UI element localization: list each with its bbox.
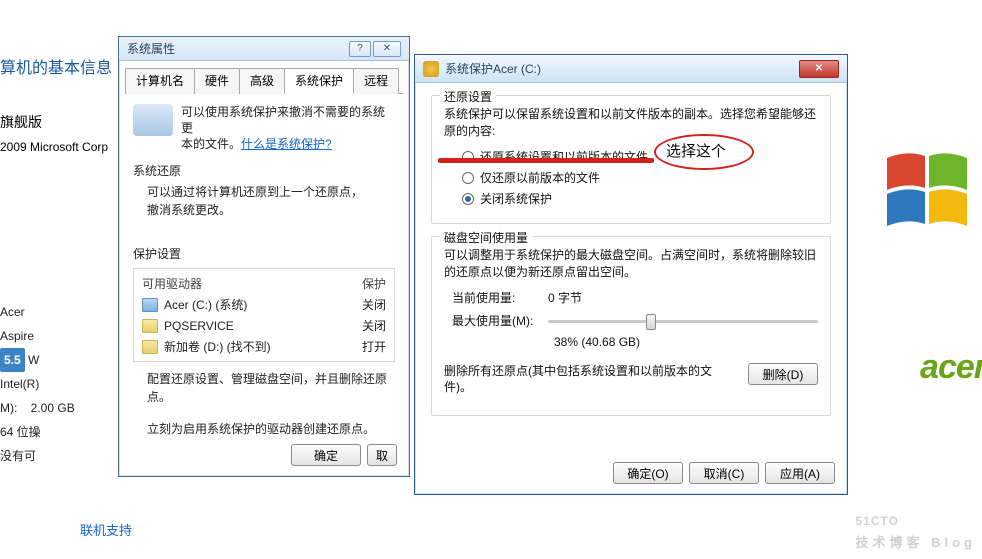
col-drive: 可用驱动器	[142, 275, 362, 292]
drive-row[interactable]: PQSERVICE关闭	[134, 315, 394, 336]
drive-icon	[142, 298, 158, 312]
tab-computer-name[interactable]: 计算机名	[125, 68, 195, 94]
info-text: 可以使用系统保护来撤消不需要的系统更 本的文件。什么是系统保护?	[181, 104, 395, 152]
wei-badge: 5.5	[0, 348, 25, 372]
spec-row: Aspire	[0, 324, 75, 348]
cancel-button[interactable]: 取消(C)	[689, 462, 759, 484]
radio-disable[interactable]: 关闭系统保护	[462, 190, 818, 207]
max-usage-slider[interactable]	[548, 313, 818, 329]
configure-text: 配置还原设置、管理磁盘空间，并且删除还原点。	[133, 370, 395, 406]
radio-restore-files[interactable]: 仅还原以前版本的文件	[462, 169, 818, 186]
drive-icon	[142, 340, 158, 354]
spec-row: Acer	[0, 300, 75, 324]
page-title: 算机的基本信息	[0, 54, 112, 78]
tab-hardware[interactable]: 硬件	[194, 68, 240, 94]
restore-text: 可以通过将计算机还原到上一个还原点， 撤消系统更改。	[133, 183, 395, 219]
dialog-title: 系统保护Acer (C:)	[445, 60, 541, 77]
cancel-button[interactable]: 取	[367, 444, 397, 466]
watermark: 51CTO 技术博客 Blog	[856, 500, 977, 551]
restore-section-title: 系统还原	[133, 162, 395, 179]
group-desc: 可以调整用于系统保护的最大磁盘空间。占满空间时，系统将删除较旧的还原点以便为新还…	[444, 247, 818, 281]
titlebar[interactable]: 系统保护Acer (C:) ✕	[415, 55, 847, 83]
spec-row: 5.5 W	[0, 348, 75, 372]
spec-row: M): 2.00 GB	[0, 396, 75, 420]
delete-desc: 删除所有还原点(其中包括系统设置和以前版本的文件)。	[444, 363, 738, 395]
system-properties-dialog: 系统属性 ? ✕ 计算机名 硬件 高级 系统保护 远程 可以使用系统保护来撤消不…	[118, 36, 410, 477]
drive-row[interactable]: Acer (C:) (系统)关闭	[134, 294, 394, 315]
spec-row: Intel(R)	[0, 372, 75, 396]
titlebar[interactable]: 系统属性 ? ✕	[119, 37, 409, 61]
current-usage-value: 0 字节	[548, 289, 582, 306]
spec-row: 64 位操	[0, 420, 75, 444]
radio-icon	[462, 193, 474, 205]
tab-advanced[interactable]: 高级	[239, 68, 285, 94]
col-protect: 保护	[362, 275, 386, 292]
tab-system-protection[interactable]: 系统保护	[284, 68, 354, 94]
annotation-text: 选择这个	[666, 140, 726, 161]
shield-icon	[423, 61, 439, 77]
system-protection-c-dialog: 系统保护Acer (C:) ✕ 还原设置 系统保护可以保留系统设置和以前文件版本…	[414, 54, 848, 495]
acer-logo: acer	[920, 348, 982, 387]
ok-button[interactable]: 确定	[291, 444, 361, 466]
current-usage-label: 当前使用量:	[452, 289, 536, 306]
what-is-link[interactable]: 什么是系统保护?	[241, 137, 332, 151]
page-edition: 旗舰版	[0, 112, 42, 132]
page-copyright: 2009 Microsoft Corp	[0, 140, 108, 154]
create-text: 立刻为启用系统保护的驱动器创建还原点。	[133, 420, 395, 438]
online-support-link[interactable]: 联机支持	[80, 520, 132, 539]
group-legend: 磁盘空间使用量	[440, 229, 532, 246]
ok-button[interactable]: 确定(O)	[613, 462, 683, 484]
apply-button[interactable]: 应用(A)	[765, 462, 835, 484]
restore-icon	[133, 104, 173, 136]
tab-strip: 计算机名 硬件 高级 系统保护 远程	[125, 67, 403, 94]
drive-row[interactable]: 新加卷 (D:) (找不到)打开	[134, 336, 394, 357]
delete-button[interactable]: 删除(D)	[748, 363, 818, 385]
spec-rows: Acer Aspire 5.5 W Intel(R) M): 2.00 GB 6…	[0, 300, 75, 468]
group-desc: 系统保护可以保留系统设置和以前文件版本的副本。选择您希望能够还原的内容:	[444, 106, 818, 140]
max-usage-label: 最大使用量(M):	[452, 312, 536, 329]
spec-row: 没有可	[0, 444, 75, 468]
slider-value: 38% (40.68 GB)	[554, 335, 818, 349]
annotation-underline	[438, 158, 654, 163]
drive-list: 可用驱动器保护 Acer (C:) (系统)关闭 PQSERVICE关闭 新加卷…	[133, 268, 395, 362]
dialog-title: 系统属性	[127, 40, 175, 57]
close-button[interactable]: ✕	[373, 41, 401, 57]
radio-icon	[462, 172, 474, 184]
windows-logo-icon	[882, 150, 972, 230]
close-button[interactable]: ✕	[799, 60, 839, 78]
drive-icon	[142, 319, 158, 333]
help-button[interactable]: ?	[349, 41, 371, 57]
disk-usage-group: 磁盘空间使用量 可以调整用于系统保护的最大磁盘空间。占满空间时，系统将删除较旧的…	[431, 236, 831, 416]
tab-remote[interactable]: 远程	[353, 68, 399, 94]
group-legend: 还原设置	[440, 88, 496, 105]
protect-section-title: 保护设置	[133, 245, 395, 262]
